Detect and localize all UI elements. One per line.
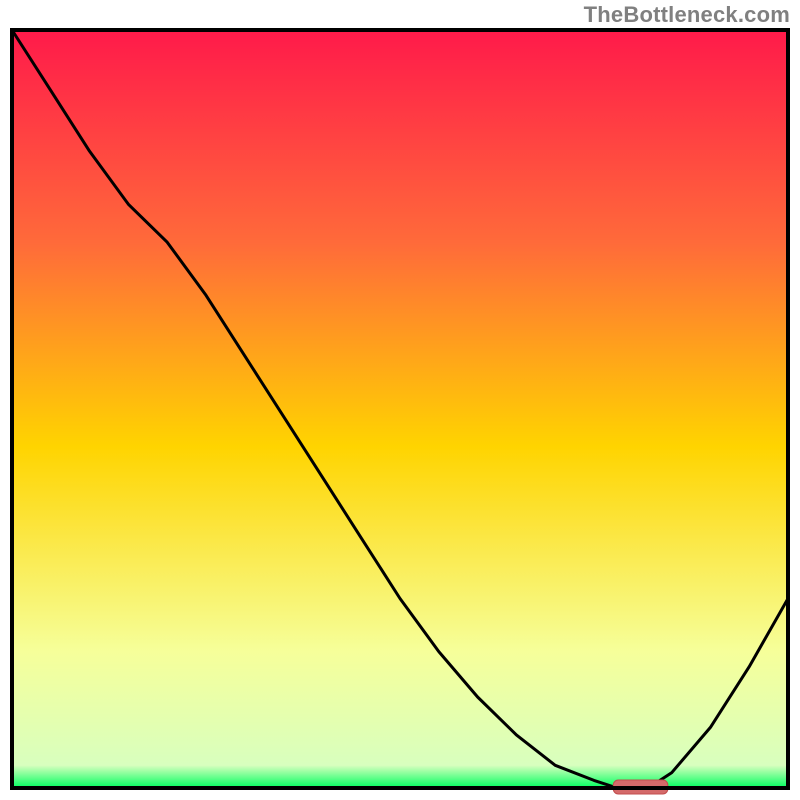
chart-root: TheBottleneck.com xyxy=(0,0,800,800)
plot-area-gradient xyxy=(12,30,788,788)
chart-canvas xyxy=(0,0,800,800)
